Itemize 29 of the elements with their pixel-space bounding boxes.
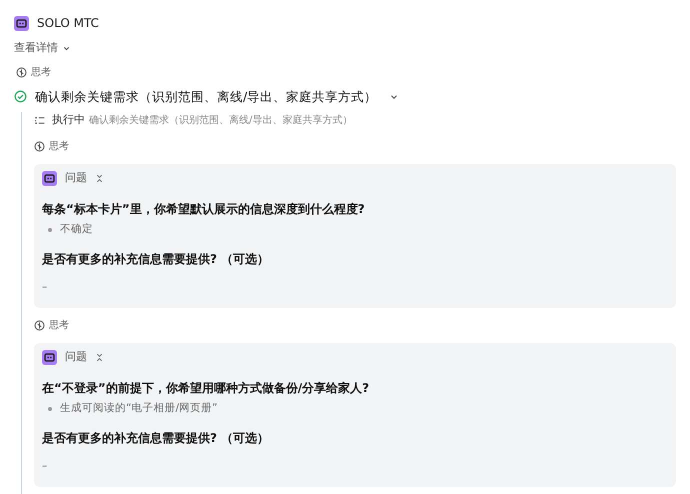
details-toggle[interactable]: 查看详情	[14, 40, 58, 56]
app-icon	[42, 170, 57, 186]
thinking-label: 思考	[49, 318, 69, 333]
thinking-label: 思考	[49, 140, 69, 154]
answer-text: –	[42, 459, 48, 474]
thinking-icon	[34, 320, 45, 331]
bullet-icon	[48, 407, 52, 412]
status-text: 确认剩余关键需求（识别范围、离线/导出、家庭共享方式）	[89, 114, 352, 128]
question-text: 是否有更多的补充信息需要提供? （可选）	[42, 251, 270, 268]
collapse-icon	[95, 352, 104, 362]
app-name: SOLO MTC	[37, 15, 99, 32]
bullet-icon	[48, 228, 52, 232]
thinking-label: 思考	[31, 66, 51, 80]
question-text: 是否有更多的补充信息需要提供? （可选）	[42, 430, 270, 447]
checklist-icon	[34, 115, 45, 126]
answer-text: –	[42, 280, 48, 295]
task-title[interactable]: 确认剩余关键需求（识别范围、离线/导出、家庭共享方式）	[35, 88, 378, 106]
question-text: 在“不登录”的前提下，你希望用哪种方式做备份/分享给家人?	[42, 380, 370, 398]
thinking-icon	[16, 66, 27, 78]
app-icon	[14, 16, 29, 30]
app-icon	[42, 350, 57, 364]
card-title: 问题	[65, 348, 87, 365]
question-text: 每条“标本卡片”里，你希望默认展示的信息深度到什么程度?	[42, 201, 366, 218]
collapse-icon	[95, 174, 104, 182]
status-label: 执行中	[52, 112, 85, 128]
card-title: 问题	[65, 170, 87, 186]
answer-text: 生成可阅读的“电子相册/网页册”	[60, 401, 218, 416]
answer-text: 不确定	[60, 222, 93, 238]
thinking-icon	[34, 140, 45, 152]
